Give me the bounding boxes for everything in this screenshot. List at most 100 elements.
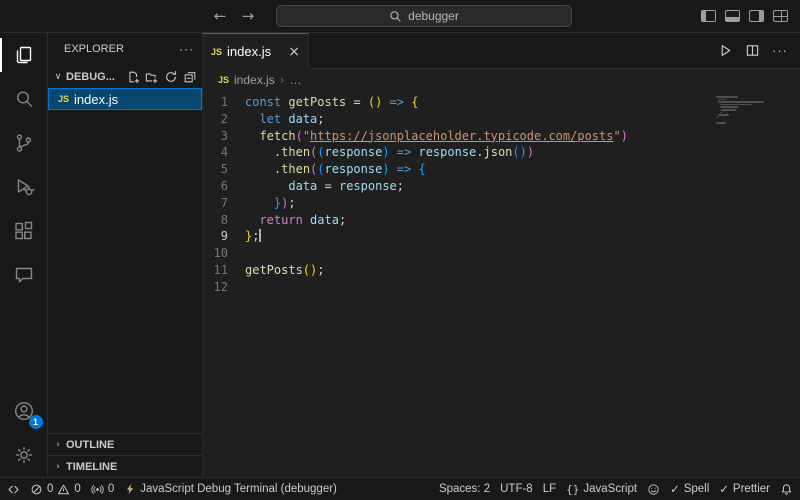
- file-item-indexjs[interactable]: JS index.js: [48, 88, 202, 110]
- minimap-line: [717, 98, 726, 101]
- indentation-item[interactable]: Spaces: 2: [434, 478, 495, 500]
- breadcrumb-symbol[interactable]: …: [290, 73, 302, 87]
- language-label: JavaScript: [583, 483, 638, 495]
- line-content: return data;: [259, 212, 347, 227]
- toggle-secondary-sidebar-icon[interactable]: [749, 10, 764, 22]
- toggle-primary-sidebar-icon[interactable]: [701, 10, 716, 22]
- outline-section-header[interactable]: › OUTLINE: [48, 433, 202, 455]
- code-line-7[interactable]: 7 });: [203, 195, 800, 212]
- command-center-search[interactable]: debugger: [276, 5, 572, 27]
- debug-terminal-item[interactable]: JavaScript Debug Terminal (debugger): [119, 478, 342, 500]
- refresh-icon[interactable]: [164, 70, 178, 84]
- problems-indicator[interactable]: 0 0: [25, 478, 86, 500]
- minimap-line: [717, 101, 764, 103]
- chevron-right-icon: ›: [56, 461, 60, 472]
- breadcrumb-separator-icon: ›: [279, 73, 285, 87]
- code-line-9[interactable]: 9};: [203, 228, 800, 245]
- line-number[interactable]: 6: [203, 178, 245, 195]
- source-control-icon[interactable]: [0, 121, 48, 165]
- accounts-icon[interactable]: 1: [0, 389, 48, 433]
- minimap-line: [716, 116, 718, 119]
- new-file-icon[interactable]: [126, 70, 140, 84]
- eol-item[interactable]: LF: [538, 478, 561, 500]
- timeline-label: TIMELINE: [66, 460, 118, 473]
- spell-checker-item[interactable]: ✓ Spell: [665, 478, 714, 500]
- toggle-panel-icon[interactable]: [725, 10, 740, 22]
- code-line-12[interactable]: 12: [203, 279, 800, 296]
- run-file-icon[interactable]: [718, 43, 733, 58]
- status-bar-right: Spaces: 2 UTF-8 LF {} JavaScript ✓ Spell…: [434, 478, 798, 500]
- command-center-text: debugger: [408, 9, 459, 23]
- tab-indexjs[interactable]: JS index.js ×: [203, 33, 309, 69]
- line-number[interactable]: 11: [203, 262, 245, 279]
- accounts-badge: 1: [28, 415, 43, 429]
- layout-controls: [701, 10, 800, 22]
- lightning-icon: [124, 483, 136, 495]
- chat-icon[interactable]: [0, 253, 48, 297]
- status-bar: 0 0 0 JavaScript Debug Terminal (debugge…: [0, 477, 800, 500]
- collapse-all-icon[interactable]: [183, 70, 197, 84]
- code-line-6[interactable]: 6 data = response;: [203, 178, 800, 195]
- line-number[interactable]: 3: [203, 128, 245, 145]
- line-number[interactable]: 12: [203, 279, 245, 296]
- prettier-item[interactable]: ✓ Prettier: [714, 478, 775, 500]
- line-number[interactable]: 7: [203, 195, 245, 212]
- workbench: 1 EXPLORER ··· ∨ DEBUG... JS index.js › …: [0, 33, 800, 477]
- line-number[interactable]: 2: [203, 111, 245, 128]
- editor-actions: ···: [718, 33, 800, 68]
- customize-layout-icon[interactable]: [773, 10, 788, 22]
- sidebar-empty-space: [48, 110, 202, 433]
- search-activity-icon[interactable]: [0, 77, 48, 121]
- remote-indicator[interactable]: [2, 478, 25, 500]
- tab-label: index.js: [227, 44, 272, 59]
- title-bar: ← → debugger: [0, 0, 800, 33]
- line-content: data = response;: [288, 178, 404, 193]
- braces-icon: {}: [566, 482, 580, 496]
- ports-indicator[interactable]: 0: [86, 478, 119, 500]
- history-back-button[interactable]: ←: [208, 4, 232, 28]
- notifications-item[interactable]: [775, 478, 798, 500]
- editor-more-actions-icon[interactable]: ···: [772, 43, 788, 58]
- breadcrumb-file[interactable]: index.js: [234, 73, 275, 87]
- code-line-1[interactable]: 1 const getPosts = () => {: [203, 94, 800, 111]
- language-mode-item[interactable]: {} JavaScript: [561, 478, 642, 500]
- folder-name: DEBUG...: [66, 70, 115, 83]
- feedback-item[interactable]: [642, 478, 665, 500]
- code-line-2[interactable]: 2 let data;: [203, 111, 800, 128]
- line-content: .then((response) => {: [273, 162, 426, 177]
- code-line-11[interactable]: 11 getPosts();: [203, 262, 800, 279]
- minimap[interactable]: [716, 96, 766, 127]
- explorer-toolbar: [126, 70, 197, 84]
- line-number[interactable]: 10: [203, 245, 245, 262]
- close-tab-icon[interactable]: ×: [288, 44, 300, 60]
- timeline-section-header[interactable]: › TIMELINE: [48, 455, 202, 477]
- code-editor[interactable]: 1 const getPosts = () => {2 let data; 3 fe…: [203, 91, 800, 477]
- code-line-3[interactable]: 3 fetch("https://jsonplaceholder.typicod…: [203, 128, 800, 145]
- explorer-more-actions-button[interactable]: ···: [179, 42, 194, 56]
- code-line-5[interactable]: 5 .then((response) => {: [203, 161, 800, 178]
- editor-group: JS index.js × ··· JS index.js › … 1 const…: [203, 33, 800, 477]
- minimap-line: [716, 96, 738, 98]
- run-debug-icon[interactable]: [0, 165, 48, 209]
- new-folder-icon[interactable]: [145, 70, 159, 84]
- extensions-icon[interactable]: [0, 209, 48, 253]
- code-line-8[interactable]: 8 return data;: [203, 212, 800, 229]
- line-content: };: [245, 229, 261, 244]
- code-line-10[interactable]: 10: [203, 245, 800, 262]
- explorer-icon[interactable]: [0, 33, 48, 77]
- line-number[interactable]: 1: [203, 94, 245, 111]
- javascript-file-icon: JS: [211, 46, 223, 57]
- search-icon: [389, 10, 402, 23]
- settings-gear-icon[interactable]: [0, 433, 48, 477]
- code-line-4[interactable]: 4 .then((response) => response.json()): [203, 144, 800, 161]
- line-number[interactable]: 4: [203, 144, 245, 161]
- line-content: const getPosts = () => {: [245, 95, 419, 109]
- line-number[interactable]: 5: [203, 161, 245, 178]
- minimap-line: [721, 108, 736, 111]
- history-forward-button[interactable]: →: [236, 4, 260, 28]
- line-number[interactable]: 9: [203, 228, 245, 245]
- split-editor-icon[interactable]: [745, 43, 760, 58]
- folder-section-header[interactable]: ∨ DEBUG...: [48, 65, 202, 88]
- line-number[interactable]: 8: [203, 212, 245, 229]
- encoding-item[interactable]: UTF-8: [495, 478, 538, 500]
